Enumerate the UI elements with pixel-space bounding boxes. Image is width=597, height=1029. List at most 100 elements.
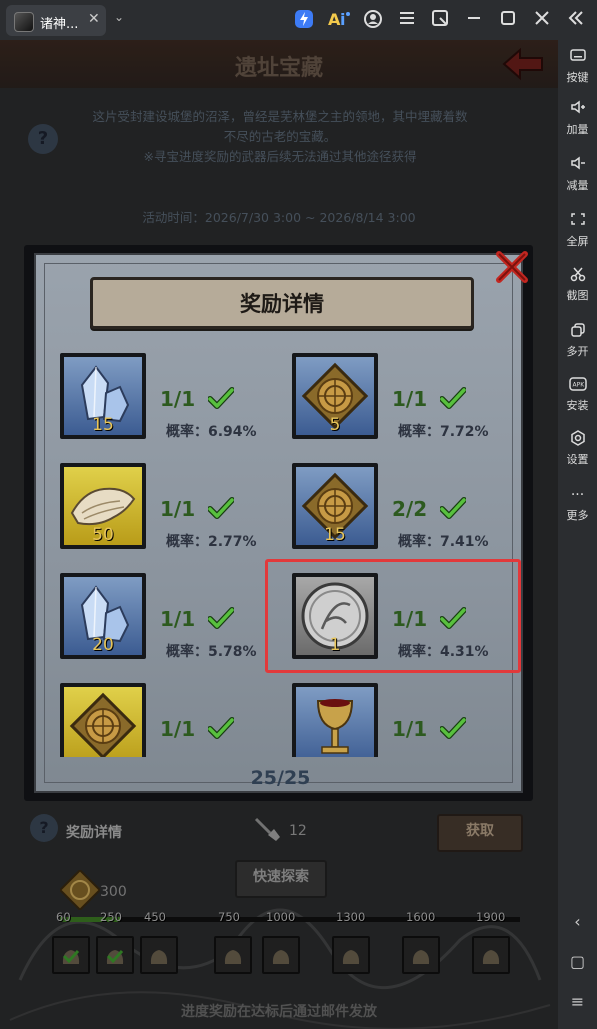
fur-icon: 50 [64, 467, 142, 545]
close-icon[interactable] [531, 9, 553, 31]
modal-title: 奖励详情 [240, 292, 324, 316]
sidebar-item-install[interactable]: APK 安装 [558, 376, 597, 413]
crystal-icon: 20 [64, 577, 142, 655]
tab-dropdown-icon[interactable]: ⌄ [114, 10, 124, 24]
scissors-icon [558, 266, 597, 284]
android-home-icon[interactable]: ▢ [558, 952, 597, 971]
reward-item[interactable]: 50 1/1 概率：2.77% [60, 463, 270, 563]
menu-icon[interactable] [396, 9, 418, 31]
sidebar-item-volume-down[interactable]: 减量 [558, 156, 597, 193]
more-icon: ··· [570, 487, 585, 503]
tab-title: 诸神... [40, 17, 79, 32]
treasure-map-icon: 15 [296, 467, 374, 545]
reward-rate: 概率：7.41% [398, 534, 489, 550]
sidebar-item-keys[interactable]: 按键 [558, 48, 597, 85]
collapse-icon[interactable] [565, 9, 587, 31]
check-icon [439, 497, 467, 519]
highlight-box [265, 559, 521, 673]
reward-item[interactable]: 1/1 [292, 683, 502, 757]
check-icon [207, 717, 235, 739]
reward-item[interactable]: 20 1/1 概率：5.78% [60, 573, 270, 673]
sidebar-item-more[interactable]: ··· 更多 [558, 486, 597, 523]
reward-quantity: 50 [92, 525, 114, 545]
reward-slot[interactable]: 15 [60, 353, 146, 439]
reward-quantity: 15 [92, 415, 114, 435]
lightning-icon[interactable] [293, 9, 315, 31]
emulator-titlebar: 诸神... ✕ ⌄ Ai [0, 0, 597, 40]
sidebar-item-volume-up[interactable]: 加量 [558, 100, 597, 137]
check-icon [439, 717, 467, 739]
apk-icon: APK [558, 376, 597, 394]
sidebar-item-multi-instance[interactable]: 多开 [558, 322, 597, 359]
app-icon [14, 12, 34, 32]
reward-rate: 概率：2.77% [166, 534, 257, 550]
reward-progress: 2/2 [392, 497, 428, 521]
popout-icon[interactable] [429, 9, 451, 31]
reward-slot[interactable]: 15 [292, 463, 378, 549]
svg-text:i: i [340, 10, 345, 29]
reward-pager: 25/25 [250, 767, 311, 789]
reward-quantity: 20 [92, 635, 114, 655]
reward-item[interactable]: 1/1 [60, 683, 270, 757]
check-icon [207, 497, 235, 519]
check-icon [439, 387, 467, 409]
fullscreen-icon [558, 212, 597, 230]
treasure-map-icon [64, 687, 142, 757]
reward-progress: 1/1 [160, 497, 196, 521]
sidebar-item-label: 加量 [566, 123, 589, 136]
reward-slot[interactable]: 50 [60, 463, 146, 549]
keyboard-icon [558, 48, 597, 66]
sidebar-item-label: 安装 [566, 399, 589, 412]
sidebar-item-label: 减量 [566, 179, 589, 192]
reward-slot[interactable] [292, 683, 378, 757]
check-icon [207, 387, 235, 409]
reward-progress: 1/1 [160, 607, 196, 631]
sidebar-item-label: 截图 [566, 289, 589, 302]
crystal-icon: 15 [64, 357, 142, 435]
goblet-icon [296, 687, 374, 757]
reward-list[interactable]: 15 1/1 概率：6.94% 5 1/1 概率：7.72% 50 1/1 概率：2.77% 15… [60, 353, 530, 757]
tab-close-button[interactable]: ✕ [88, 11, 100, 27]
ai-icon[interactable]: Ai [327, 9, 353, 31]
sidebar-item-label: 多开 [566, 345, 589, 358]
settings-icon [558, 430, 597, 448]
reward-rate: 概率：6.94% [166, 424, 257, 440]
reward-rate: 概率：7.72% [398, 424, 489, 440]
close-modal-icon[interactable] [494, 249, 530, 285]
sidebar-item-label: 全屏 [566, 235, 589, 248]
reward-item[interactable]: 15 2/2 概率：7.41% [292, 463, 502, 563]
volume-down-icon [558, 156, 597, 174]
sidebar-item-settings[interactable]: 设置 [558, 430, 597, 467]
account-icon[interactable] [362, 9, 384, 31]
reward-slot[interactable]: 20 [60, 573, 146, 659]
reward-item[interactable]: 15 1/1 概率：6.94% [60, 353, 270, 453]
sidebar-item-label: 设置 [566, 453, 589, 466]
modal-panel: 奖励详情 15 1/1 概率：6.94% 5 1/1 概率：7.72% 50 1/1 概率：2.… [34, 253, 523, 793]
check-icon [207, 607, 235, 629]
emulator-sidebar: 按键 加量 减量 全屏 截图 多开 APK 安装 设置 ··· 更多 ‹ ▢ ≡ [558, 40, 597, 1029]
multi-instance-icon [558, 322, 597, 340]
app-tab[interactable]: 诸神... ✕ [6, 5, 106, 36]
minimize-icon[interactable] [463, 9, 485, 31]
svg-text:APK: APK [572, 382, 585, 389]
reward-quantity: 5 [329, 415, 341, 435]
treasure-map-icon: 5 [296, 357, 374, 435]
game-screen: 遗址宝藏 ? 这片受封建设城堡的沼泽，曾经是芜林堡之主的领地，其中埋藏着数 不尽… [0, 40, 558, 1029]
modal-title-banner: 奖励详情 [90, 277, 474, 329]
reward-slot[interactable]: 5 [292, 353, 378, 439]
reward-progress: 1/1 [392, 387, 428, 411]
sidebar-item-fullscreen[interactable]: 全屏 [558, 212, 597, 249]
sidebar-item-label: 更多 [566, 509, 589, 522]
reward-progress: 1/1 [392, 717, 428, 741]
android-menu-icon[interactable]: ≡ [558, 992, 597, 1011]
android-back-icon[interactable]: ‹ [558, 912, 597, 931]
reward-quantity: 15 [324, 525, 346, 545]
reward-rate: 概率：5.78% [166, 644, 257, 660]
reward-details-modal: 奖励详情 15 1/1 概率：6.94% 5 1/1 概率：7.72% 50 1/1 概率：2.… [24, 245, 533, 801]
maximize-icon[interactable] [497, 9, 519, 31]
sidebar-item-screenshot[interactable]: 截图 [558, 266, 597, 303]
sidebar-item-label: 按键 [566, 71, 589, 84]
reward-slot[interactable] [60, 683, 146, 757]
reward-progress: 1/1 [160, 387, 196, 411]
reward-item[interactable]: 5 1/1 概率：7.72% [292, 353, 502, 453]
